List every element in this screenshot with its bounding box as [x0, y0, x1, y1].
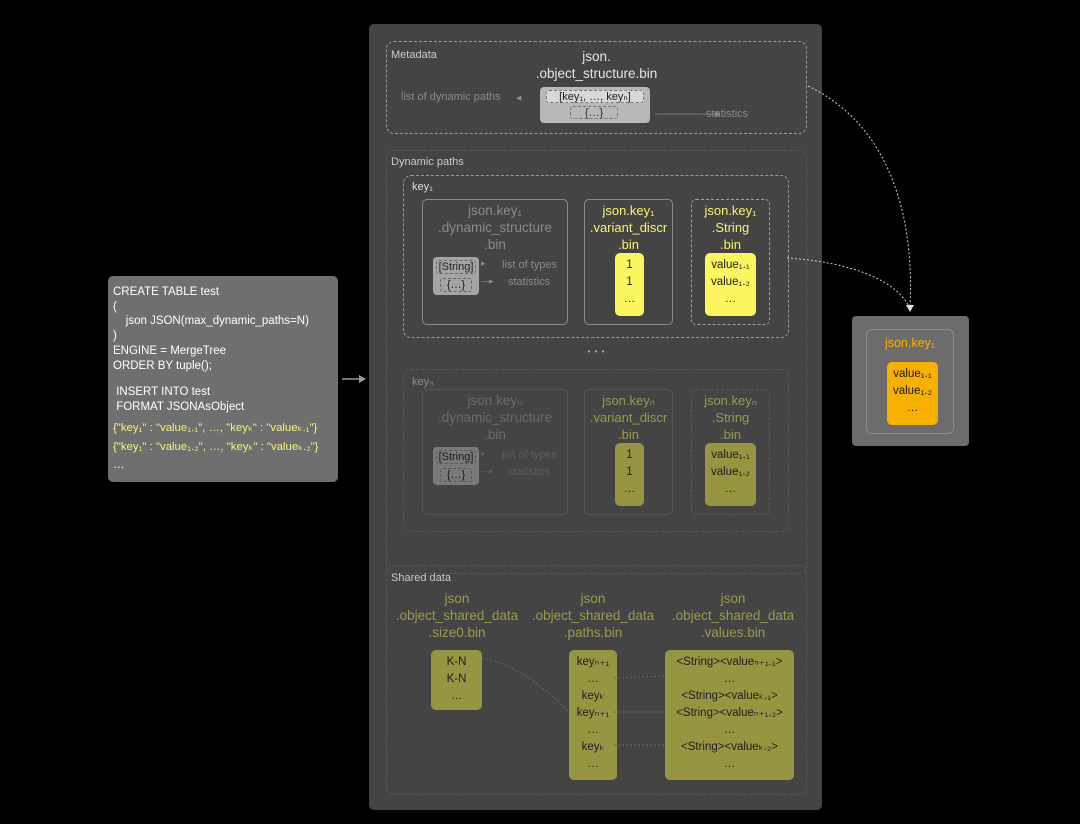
arrow-right-icon: ▸ — [481, 258, 486, 268]
arrow-down-icon — [906, 305, 914, 312]
arrow-right-icon — [342, 375, 366, 383]
sql-code-panel: CREATE TABLE test ( json JSON(max_dynami… — [108, 276, 338, 482]
keyn-structure-title: json.keyₙ .dynamic_structure .bin — [437, 393, 553, 442]
arrow-right-icon: ▸ — [481, 448, 486, 458]
shared-data-section: Shared data json .object_shared_data .si… — [386, 565, 807, 795]
arrow-left-icon: ◂ — [516, 92, 522, 104]
key1-discr-values: 1 1 … — [615, 253, 644, 316]
dynamic-paths-section: Dynamic paths key₁ json.key₁ .dynamic_st… — [386, 150, 807, 574]
values-values: <String><valueₙ₊₁.₁> … <String><valueₖ.₁… — [665, 650, 794, 780]
sql-ellipsis: … — [113, 458, 125, 471]
keyn-discr-values: 1 1 … — [615, 443, 644, 506]
keyn-structure-box: [String] {…} — [433, 447, 479, 485]
list-of-types-label: list of types — [502, 259, 558, 271]
statistics-label: statistics — [508, 466, 551, 478]
values-title: json .object_shared_data .values.bin — [671, 591, 795, 640]
string-type-tag: [String] — [436, 260, 476, 274]
sql-json-row: {"key₁" : "value₁.₂", …, "keyₖ" : "value… — [113, 440, 319, 453]
sql-json-row: {"key₁" : "value₁.₁", …, "keyₖ" : "value… — [113, 421, 318, 434]
keyn-group: keyₙ json.keyₙ .dynamic_structure .bin [… — [403, 369, 789, 532]
key1-discr-title: json.key₁ .variant_discr .bin — [589, 203, 668, 252]
result-column-box: json.key₁ value₁.₁ value₁.₂ … — [866, 329, 954, 434]
keyn-discr-title: json.keyₙ .variant_discr .bin — [589, 393, 668, 442]
list-of-dynamic-paths-label: list of dynamic paths — [401, 91, 501, 103]
size0-title: json .object_shared_data .size0.bin — [395, 591, 519, 640]
keyn-variant-discr: json.keyₙ .variant_discr .bin 1 1 … — [584, 389, 673, 515]
arrow-right-icon: —▸ — [481, 466, 493, 476]
list-of-types-label: list of types — [502, 449, 558, 461]
key1-dynamic-structure: json.key₁ .dynamic_structure .bin [Strin… — [422, 199, 568, 325]
dynamic-paths-label: Dynamic paths — [391, 156, 464, 168]
key1-string-title: json.key₁ .String .bin — [704, 203, 757, 252]
sql-line: ORDER BY tuple(); — [113, 359, 212, 372]
arrow-right-icon: —▸ — [481, 276, 493, 286]
sql-line: ) — [113, 330, 117, 343]
paths-title: json .object_shared_data .paths.bin — [531, 591, 655, 640]
keyn-string-values: value₁.₁ value₁.₂ … — [705, 443, 756, 506]
key1-label: key₁ — [412, 181, 433, 193]
sql-line: INSERT INTO test — [113, 386, 211, 399]
result-column-title: json.key₁ — [884, 336, 936, 350]
key1-structure-title: json.key₁ .dynamic_structure .bin — [437, 203, 553, 252]
key1-structure-box: [String] {…} — [433, 257, 479, 295]
statistics-object: {…} — [440, 468, 472, 482]
sql-line: ENGINE = MergeTree — [113, 344, 227, 357]
string-type-tag: [String] — [436, 450, 476, 464]
keyn-string-title: json.keyₙ .String .bin — [704, 393, 757, 442]
statistics-object: {…} — [440, 278, 472, 292]
statistics-label: statistics — [508, 276, 551, 288]
sql-line — [113, 373, 332, 385]
statistics-label: statistics — [706, 108, 749, 120]
key1-group: key₁ json.key₁ .dynamic_structure .bin [… — [403, 175, 789, 338]
sql-line: CREATE TABLE test — [113, 286, 220, 298]
result-values: value₁.₁ value₁.₂ … — [887, 362, 938, 425]
metadata-structure-box: [key₁, …, keyₙ] {…} — [540, 87, 650, 123]
size0-values: K-N K-N … — [431, 650, 482, 710]
sql-line: ( — [113, 300, 117, 313]
keys-list: [key₁, …, keyₙ] — [546, 90, 644, 103]
result-subcolumn-panel: json.key₁ value₁.₁ value₁.₂ … — [852, 316, 969, 446]
more-keys-dots: • • • — [587, 347, 606, 356]
sql-line: FORMAT JSONAsObject — [113, 400, 245, 413]
shared-data-label: Shared data — [391, 572, 451, 584]
storage-panel: Metadata json. .object_structure.bin lis… — [369, 24, 822, 810]
statistics-object: {…} — [570, 106, 618, 119]
keyn-string-column: json.keyₙ .String .bin value₁.₁ value₁.₂… — [691, 389, 770, 515]
keyn-label: keyₙ — [412, 376, 434, 388]
metadata-section: Metadata json. .object_structure.bin lis… — [386, 41, 807, 134]
sql-line: json JSON(max_dynamic_paths=N) — [113, 315, 309, 328]
key1-variant-discr: json.key₁ .variant_discr .bin 1 1 … — [584, 199, 673, 325]
metadata-file-title: json. .object_structure.bin — [535, 49, 658, 81]
key1-string-values: value₁.₁ value₁.₂ … — [705, 253, 756, 316]
paths-values: keyₙ₊₁ … keyₖ keyₙ₊₁ … keyₖ … — [569, 650, 617, 780]
keyn-dynamic-structure: json.keyₙ .dynamic_structure .bin [Strin… — [422, 389, 568, 515]
key1-string-column: json.key₁ .String .bin value₁.₁ value₁.₂… — [691, 199, 770, 325]
metadata-to-result-connector — [807, 85, 911, 306]
